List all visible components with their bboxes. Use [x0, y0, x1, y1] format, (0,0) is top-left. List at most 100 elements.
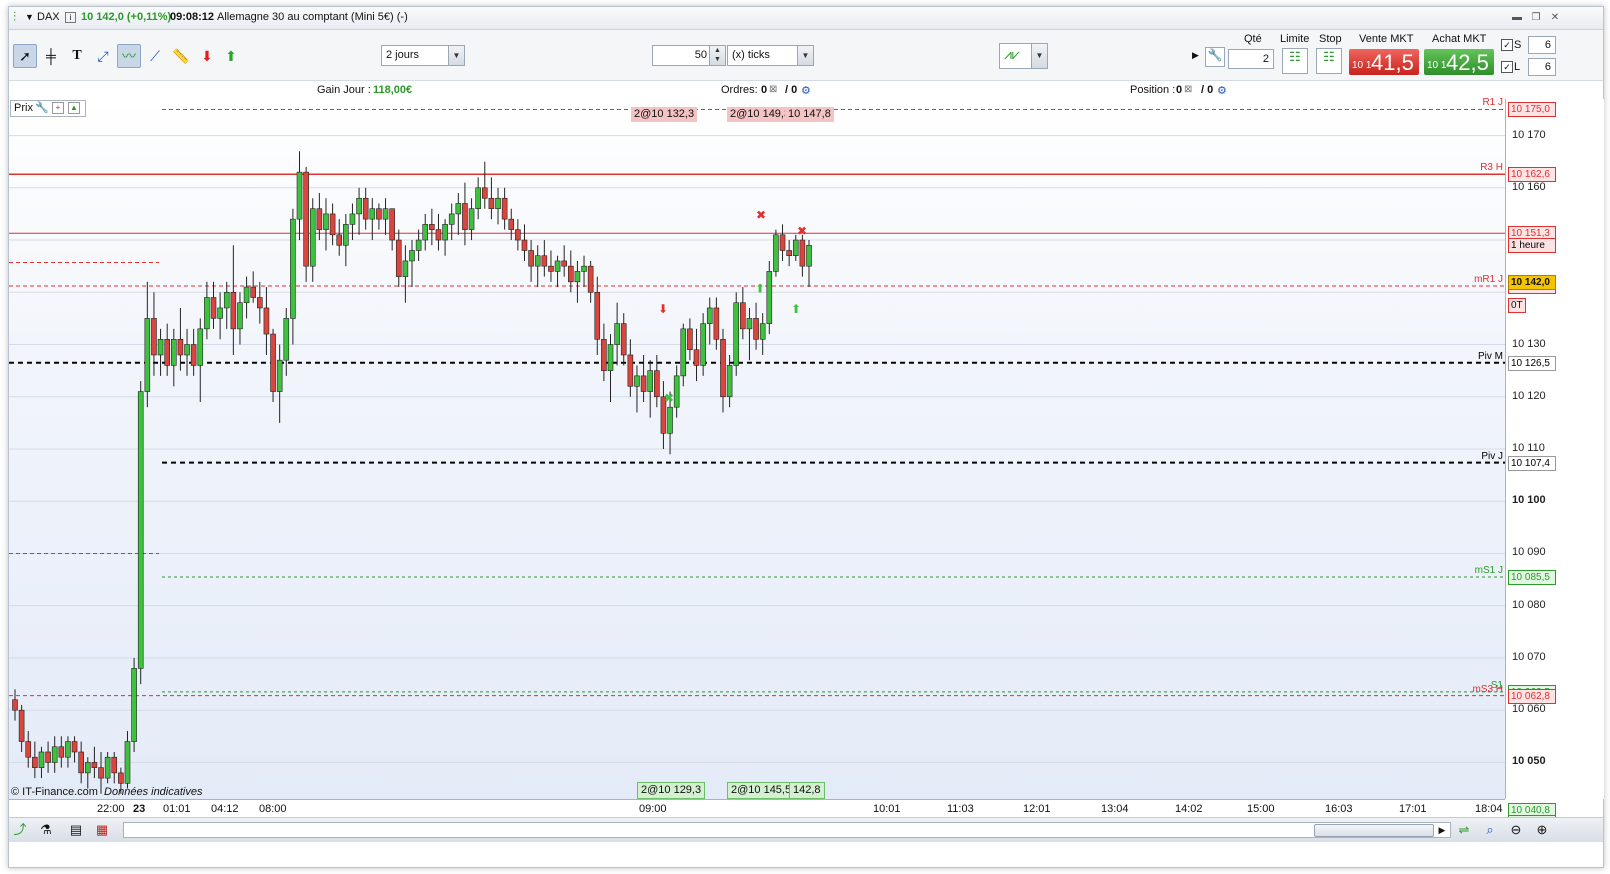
candle-body [409, 250, 415, 262]
l-input[interactable]: 6 [1528, 58, 1556, 76]
collapse-panel-icon[interactable]: ▲ [68, 102, 80, 114]
candle-body [124, 741, 131, 784]
chevron-down-icon[interactable]: ▼ [1031, 44, 1047, 68]
candle-body [435, 229, 442, 241]
order-tag-sell-limit[interactable]: 2@10 132,3 [631, 107, 698, 122]
qty-input[interactable]: 2 [1228, 49, 1274, 69]
price-axis[interactable]: 10 17010 16010 15010 14010 13010 12010 1… [1505, 99, 1604, 831]
candle-body [620, 323, 627, 356]
clock-time: 09:08:12 [170, 11, 215, 23]
candle-body [515, 229, 521, 241]
cursor-icon[interactable]: ➚ [13, 44, 37, 68]
candle-body [647, 370, 654, 392]
scroll-right-icon[interactable]: ▶ [1433, 822, 1451, 838]
period-select[interactable]: 2 jours ▼ [381, 45, 465, 66]
position-settings-icon[interactable]: ⚙ [1217, 84, 1227, 97]
time-tick: 12:01 [1023, 803, 1051, 815]
stepper-arrows-icon[interactable]: ▲ ▼ [709, 46, 725, 65]
minimize-icon[interactable]: ▬ [1511, 12, 1523, 23]
indicators-icon[interactable]: ⚗ [37, 822, 55, 838]
sell-arrow-icon[interactable]: ⬇ [195, 44, 219, 68]
buy-market-button[interactable]: 10 1 42,5 [1424, 49, 1494, 75]
l-checkbox[interactable]: ✓ [1501, 61, 1513, 73]
order-tag-buy-3[interactable]: 142,8 [789, 782, 825, 799]
instrument-name[interactable]: DAX [37, 11, 60, 23]
tick-unit-select[interactable]: (x) ticks ▼ [727, 45, 814, 66]
time-axis[interactable]: 22:00 23 01:01 04:12 08:00 09:00 10:01 11:03 12:… [9, 799, 1505, 818]
info-icon[interactable]: i [65, 12, 76, 23]
wrench-icon[interactable]: 🔧 [1205, 47, 1225, 67]
candle-body [766, 271, 773, 324]
candle-body [91, 762, 98, 768]
candlestick-plot[interactable]: ⬇ ✖ ✖ ⬆ ✖ ⬆ [9, 99, 1505, 799]
candle-body [12, 699, 18, 711]
sell-market-button[interactable]: 10 1 41,5 [1349, 49, 1419, 75]
buy-arrow-icon[interactable]: ⬆ [219, 44, 243, 68]
close-icon[interactable]: ✕ [1549, 12, 1561, 23]
chevron-down-icon[interactable]: ▼ [797, 46, 813, 65]
price-chart[interactable]: ⬇ ✖ ✖ ⬆ ✖ ⬆ Prix 🔧 + ▲ 2@10 132,3 2@10 149,3 … [9, 97, 1505, 799]
candle-body [51, 746, 58, 763]
indicator-icon[interactable]: 〰 [117, 44, 141, 68]
gain-label: Gain Jour : [317, 84, 371, 96]
scroll-thumb[interactable] [1314, 824, 1434, 837]
candle-body [190, 344, 197, 366]
level-name: mS3 H [1472, 683, 1503, 695]
dropdown-arrow-icon[interactable]: ▼ [25, 12, 34, 22]
cancel-orders-icon[interactable]: ⊠ [769, 84, 777, 95]
chevron-down-icon[interactable]: ▼ [448, 46, 464, 65]
s-checkbox[interactable]: ✓ [1501, 39, 1513, 51]
candle-body [567, 265, 574, 283]
chart-type-icon[interactable]: ⫶ [13, 9, 16, 25]
candle-body [283, 318, 290, 361]
candle-body [799, 239, 806, 267]
add-indicator-icon[interactable]: + [52, 102, 64, 114]
candle-body [640, 375, 647, 392]
panel-toggle-icon[interactable]: ▶ [1192, 50, 1199, 61]
orders-book-icon[interactable]: ▦ [93, 822, 111, 838]
zoom-fit-icon[interactable]: ⌕ [1481, 822, 1499, 838]
s-value: 6 [1544, 39, 1551, 51]
zoom-in-icon[interactable]: ⊕ [1533, 822, 1551, 838]
candle-body [78, 751, 84, 774]
candle-body [98, 767, 104, 779]
order-tag-buy-2[interactable]: 2@10 145,5 [727, 782, 796, 799]
horizontal-scrollbar[interactable] [123, 822, 1451, 838]
order-tag-sell-3[interactable]: 10 147,8 [785, 107, 834, 122]
candle-body [720, 338, 726, 398]
orders-settings-icon[interactable]: ⚙ [801, 84, 811, 97]
list-icon[interactable]: ▤ [67, 822, 85, 838]
wrench-icon[interactable]: 🔧 [35, 101, 49, 114]
candle-body [336, 234, 343, 246]
candle-body [223, 291, 230, 309]
stop-order-button[interactable]: ☷ [1316, 48, 1342, 74]
chart-style-select[interactable]: ⩘⩗ ▼ [999, 43, 1048, 69]
candle-body [680, 328, 687, 377]
s-label: S [1514, 39, 1522, 51]
zoom-out-icon[interactable]: ⊖ [1507, 822, 1525, 838]
chart-add-icon[interactable]: ⤴ [11, 822, 29, 838]
prix-label: Prix [14, 102, 33, 114]
gain-value: 118,00€ [373, 84, 413, 96]
close-position-icon[interactable]: ⊠ [1184, 84, 1192, 95]
trendline-icon[interactable]: ⤢ [91, 44, 115, 68]
ticks-value: 50 [694, 49, 707, 61]
ot-label: 0T [1508, 297, 1526, 313]
buy-label: Achat MKT [1432, 33, 1487, 45]
limit-order-button[interactable]: ☷ [1282, 48, 1308, 74]
candle-body [495, 197, 501, 210]
line-tool-icon[interactable]: ⟋ [143, 44, 167, 68]
candle-body [323, 213, 329, 230]
sell-price-prefix: 10 1 [1352, 60, 1372, 71]
crosshair-icon[interactable]: ╪ [39, 44, 63, 68]
ruler-icon[interactable]: 📏 [169, 44, 193, 68]
ticks-stepper[interactable]: 50 ▲ ▼ [652, 45, 726, 66]
restore-icon[interactable]: ❐ [1530, 12, 1542, 23]
auto-scroll-icon[interactable]: ⇌ [1455, 822, 1473, 838]
text-tool-icon[interactable]: T [65, 44, 89, 68]
order-tag-sell-2[interactable]: 2@10 149,3 [727, 107, 794, 122]
level-timeframe-label: 1 heure [1508, 238, 1556, 254]
order-tag-buy-1[interactable]: 2@10 129,3 [637, 782, 706, 799]
s-input[interactable]: 6 [1528, 36, 1556, 54]
sell-signal-arrow: ⬇ [658, 302, 668, 316]
